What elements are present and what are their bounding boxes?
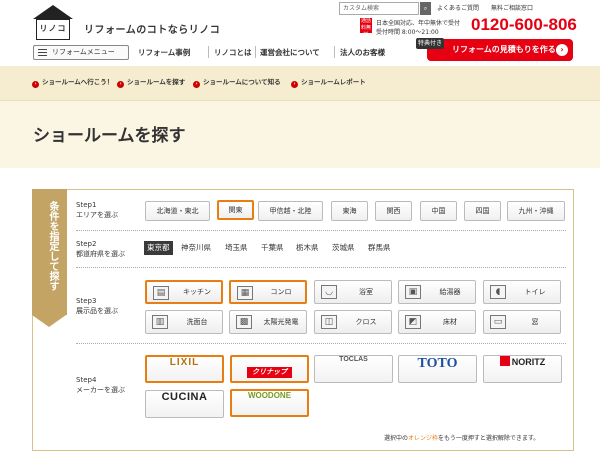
contact-link[interactable]: 無料ご相談窓口 [491,5,533,12]
hours-line2: 受付時間 8:00～21:00 [376,29,439,36]
nav-divider [255,46,256,58]
pref-gunma[interactable]: 群馬県 [365,241,394,255]
divider [76,267,566,268]
area-button-kanto[interactable]: 関東 [217,200,254,220]
arrow-icon: › [193,81,200,88]
product-water-heater[interactable]: ▣ 給湯器 [398,280,476,304]
menu-label: リフォームメニュー [52,48,115,56]
bath-icon: ◡ [321,285,337,299]
cleanup-logo: クリナップ [247,367,292,378]
condition-side-tab: 条件を指定して探す [32,189,67,327]
product-solar[interactable]: ▩ 太陽光発電 [229,310,307,334]
page-title: ショールームを探す [33,126,186,146]
phone-number[interactable]: 0120-600-806 [471,15,577,35]
step4-label: Step4 メーカーを選ぶ [76,376,125,394]
product-floor[interactable]: ◩ 床材 [398,310,476,334]
search-placeholder: カスタム検索 [343,5,380,12]
area-button-kansai[interactable]: 関西 [375,201,412,221]
tagline: リフォームのコトならリノコ [84,25,221,36]
side-tab-label: 条件を指定して探す [47,201,58,291]
chevron-right-icon: › [556,44,568,56]
site-logo[interactable]: リノコ [33,5,73,41]
pref-chiba[interactable]: 千葉県 [258,241,287,255]
product-window[interactable]: ▭ 窓 [483,310,561,334]
floor-icon: ◩ [405,315,421,329]
area-button-hokkaido-tohoku[interactable]: 北海道・東北 [145,201,210,221]
pref-tochigi[interactable]: 栃木県 [293,241,322,255]
water-heater-icon: ▣ [405,285,421,299]
maker-cleanup[interactable]: クリナップ [230,355,309,383]
faq-link[interactable]: よくあるご質問 [437,5,479,12]
area-button-chugoku[interactable]: 中国 [420,201,457,221]
nav-item-company[interactable]: 運営会社について [260,47,320,58]
product-kitchen[interactable]: ▤ キッチン [145,280,223,304]
nav-item-about[interactable]: リノコとは [214,47,252,58]
area-button-koshinetsu[interactable]: 甲信越・北陸 [258,201,323,221]
logo-text: リノコ [36,19,70,40]
freecall-badge: 通話料無料 [360,18,372,38]
stove-icon: ▦ [237,286,253,300]
arrow-icon: › [291,81,298,88]
window-icon: ▭ [490,315,506,329]
subnav-item-visit[interactable]: › ショールームへ行こう！ [32,76,113,88]
subnav-item-search[interactable]: › ショールームを探す [117,76,185,88]
maker-toto[interactable]: TOTO [398,355,477,383]
maker-woodone[interactable]: WOODONE [230,389,309,417]
footnote: 選択中のオレンジ枠をもう一度押すと選択解除できます。 [384,435,540,442]
area-button-kyushu[interactable]: 九州・沖縄 [507,201,565,221]
pref-saitama[interactable]: 埼玉県 [222,241,251,255]
subnav-item-report[interactable]: › ショールームレポート [291,76,366,88]
maker-noritz[interactable]: NORITZ [483,355,562,383]
reform-menu-button[interactable]: リフォームメニュー [33,45,129,60]
product-bath[interactable]: ◡ 浴室 [314,280,392,304]
step1-label: Step1 エリアを選ぶ [76,201,118,219]
top-links: よくあるご質問 無料ご相談窓口 [437,3,543,12]
product-wallpaper[interactable]: ◫ クロス [314,310,392,334]
maker-toclas[interactable]: TOCLAS [314,355,393,383]
pref-ibaraki[interactable]: 茨城県 [329,241,358,255]
search-icon[interactable]: ⌕ [420,2,431,15]
noritz-logo-icon [499,356,510,366]
pref-kanagawa[interactable]: 神奈川県 [178,241,214,255]
hamburger-icon [38,49,47,56]
step3-label: Step3 展示品を選ぶ [76,297,118,315]
divider [76,343,566,344]
hours-line1: 日本全国対応、年中無休で受付 [376,20,461,27]
maker-lixil[interactable]: LIXIL [145,355,224,383]
area-button-shikoku[interactable]: 四国 [464,201,501,221]
tab-arrow [32,315,66,327]
area-button-tokai[interactable]: 東海 [331,201,368,221]
nav-item-business[interactable]: 法人のお客様 [340,47,385,58]
bonus-badge: 特典付き [416,38,444,49]
estimate-cta-button[interactable]: リフォームの見積もりを作る › [427,39,573,61]
divider [76,230,566,231]
solar-icon: ▩ [236,315,252,329]
product-washbasin[interactable]: ▥ 洗面台 [145,310,223,334]
product-toilet[interactable]: ◖ トイレ [483,280,561,304]
nav-item-cases[interactable]: リフォーム事例 [138,47,190,58]
nav-divider [208,46,209,58]
step2-label: Step2 都道府県を選ぶ [76,240,125,258]
washbasin-icon: ▥ [152,315,168,329]
site-header: リノコ リフォームのコトならリノコ カスタム検索 ⌕ よくあるご質問 無料ご相談窓… [0,0,600,40]
subnav-item-learn[interactable]: › ショールームについて知る [193,76,281,88]
search-input[interactable]: カスタム検索 ⌕ [339,2,431,15]
cta-label: リフォームの見積もりを作る [452,45,556,54]
pref-tokyo[interactable]: 東京都 [144,241,173,255]
wallpaper-icon: ◫ [321,315,337,329]
logo-roof [33,5,73,19]
arrow-icon: › [117,81,124,88]
product-stove[interactable]: ▦ コンロ [229,280,307,304]
toilet-icon: ◖ [490,285,506,299]
nav-divider [334,46,335,58]
arrow-icon: › [32,81,39,88]
maker-cucina[interactable]: CUCINA [145,390,224,418]
kitchen-icon: ▤ [153,286,169,300]
